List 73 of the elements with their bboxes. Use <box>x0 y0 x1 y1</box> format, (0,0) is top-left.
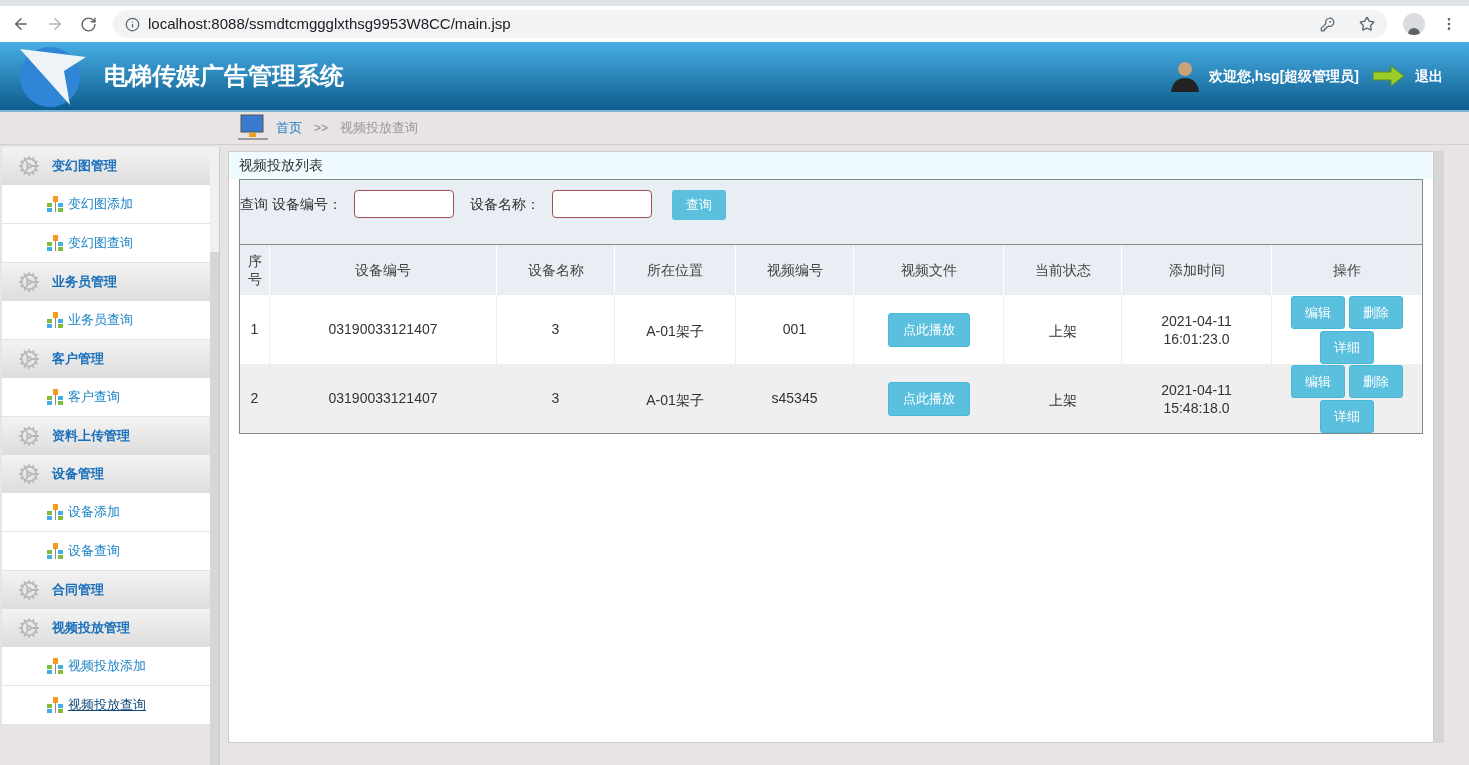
scrollbar[interactable] <box>210 147 219 765</box>
profile-icon[interactable] <box>1403 13 1425 35</box>
computer-icon <box>238 114 268 142</box>
menu-item[interactable]: 设备添加 <box>2 493 210 532</box>
search-label: 查询 <box>240 195 268 214</box>
table-cell: 上架 <box>1004 364 1122 433</box>
gear-icon <box>18 271 40 293</box>
key-icon[interactable] <box>1320 16 1335 32</box>
table-cell: 2 <box>240 364 270 433</box>
welcome-text: 欢迎您,hsg[超级管理员] <box>1208 66 1359 86</box>
menu-item[interactable]: 变幻图查询 <box>2 224 210 263</box>
hierarchy-icon <box>46 696 64 714</box>
table-cell: A-01架子 <box>615 364 736 433</box>
table-cell: s45345 <box>736 364 854 433</box>
field-label: 设备名称： <box>470 195 540 214</box>
menu-group[interactable]: 变幻图管理 <box>2 147 210 185</box>
menu-item-label: 客户查询 <box>68 388 120 407</box>
arrow-right-icon[interactable] <box>1373 65 1405 87</box>
panel-title: 视频投放列表 <box>229 152 1433 179</box>
menu-item-label: 变幻图添加 <box>68 195 133 214</box>
date-text: 2021-04-11 <box>1161 380 1232 399</box>
scrollbar[interactable] <box>1434 151 1444 743</box>
breadcrumb-separator: >> <box>314 120 328 137</box>
address-bar[interactable]: localhost:8088/ssmdtcmggglxthsg9953W8CC/main.jsp <box>113 10 1387 38</box>
hierarchy-icon <box>46 503 64 521</box>
menu-item-label: 设备查询 <box>68 542 120 561</box>
menu-item-label: 变幻图查询 <box>68 234 133 253</box>
user-avatar-icon <box>1170 60 1199 92</box>
field-label: 设备编号： <box>272 195 342 214</box>
menu-group[interactable]: 合同管理 <box>2 571 210 609</box>
menu-item[interactable]: 业务员查询 <box>2 301 210 340</box>
home-link[interactable]: 首页 <box>276 118 302 138</box>
gear-icon <box>18 155 40 177</box>
gear-icon <box>18 579 40 601</box>
menu-item[interactable]: 变幻图添加 <box>2 185 210 224</box>
hierarchy-icon <box>46 542 64 560</box>
hierarchy-icon <box>46 311 64 329</box>
gear-icon <box>18 425 40 447</box>
table-cell: 3 <box>497 364 615 433</box>
hierarchy-icon <box>46 388 64 406</box>
gear-icon <box>18 463 40 485</box>
menu-group[interactable]: 视频投放管理 <box>2 609 210 647</box>
info-icon[interactable] <box>125 16 140 32</box>
menu-group[interactable]: 客户管理 <box>2 340 210 378</box>
system-title: 电梯传媒广告管理系统 <box>104 61 344 91</box>
reload-icon[interactable] <box>80 15 97 33</box>
menu-item[interactable]: 客户查询 <box>2 378 210 417</box>
menu-group[interactable]: 资料上传管理 <box>2 417 210 455</box>
url-text: localhost:8088/ssmdtcmggglxthsg9953W8CC/main.jsp <box>148 13 511 34</box>
menu-item[interactable]: 视频投放添加 <box>2 647 210 686</box>
search-field[interactable] <box>354 190 454 218</box>
time-text: 15:48:18.0 <box>1163 398 1230 417</box>
gear-icon <box>18 348 40 370</box>
star-icon[interactable] <box>1359 16 1375 32</box>
back-icon[interactable] <box>12 15 30 33</box>
breadcrumb-current: 视频投放查询 <box>340 119 418 138</box>
logout-link[interactable]: 退出 <box>1415 65 1443 87</box>
menu-item-label: 视频投放添加 <box>68 657 146 676</box>
menu-item[interactable]: 设备查询 <box>2 532 210 571</box>
menu-item-label: 视频投放查询 <box>68 696 146 715</box>
menu-item-label: 业务员查询 <box>68 311 133 330</box>
menu-group[interactable]: 设备管理 <box>2 455 210 493</box>
date-text: 2021-04-11 <box>1161 311 1232 330</box>
menu-group[interactable]: 业务员管理 <box>2 263 210 301</box>
search-field[interactable] <box>552 190 652 218</box>
gear-icon <box>18 617 40 639</box>
time-text: 16:01:23.0 <box>1163 329 1230 348</box>
table-cell: 03190033121407 <box>270 364 497 433</box>
hierarchy-icon <box>46 657 64 675</box>
hierarchy-icon <box>46 234 64 252</box>
hierarchy-icon <box>46 195 64 213</box>
menu-item-label: 设备添加 <box>68 503 120 522</box>
menu-item[interactable]: 视频投放查询 <box>2 686 210 725</box>
